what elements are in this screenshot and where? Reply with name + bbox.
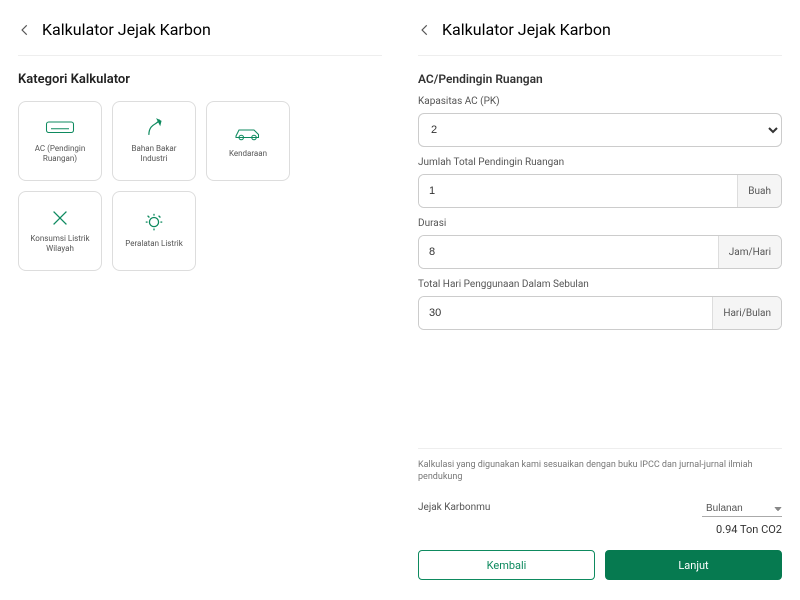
field-duration: Durasi Jam/Hari: [418, 218, 782, 269]
card-electricity[interactable]: Konsumsi Listrik Wilayah: [18, 191, 102, 271]
card-label: Peralatan Listrik: [125, 239, 183, 249]
unit-label: Jam/Hari: [718, 236, 781, 268]
capacity-select[interactable]: 2: [418, 113, 782, 147]
lightbulb-icon: [139, 213, 169, 233]
field-label: Kapasitas AC (PK): [418, 96, 782, 107]
header: Kalkulator Jejak Karbon: [18, 20, 382, 39]
duration-input[interactable]: [419, 236, 718, 268]
card-appliance[interactable]: Peralatan Listrik: [112, 191, 196, 271]
result-value: 0.94 Ton CO2: [702, 523, 782, 536]
field-capacity: Kapasitas AC (PK) 2: [418, 96, 782, 147]
field-qty: Jumlah Total Pendingin Ruangan Buah: [418, 157, 782, 208]
card-fuel[interactable]: Bahan Bakar Industri: [112, 101, 196, 181]
utensils-icon: [45, 208, 75, 228]
back-arrow-icon[interactable]: [418, 23, 432, 37]
category-panel: Kalkulator Jejak Karbon Kategori Kalkula…: [0, 0, 400, 600]
field-label: Jumlah Total Pendingin Ruangan: [418, 157, 782, 168]
field-days: Total Hari Penggunaan Dalam Sebulan Hari…: [418, 279, 782, 330]
days-input[interactable]: [419, 297, 712, 329]
back-arrow-icon[interactable]: [18, 23, 32, 37]
field-label: Durasi: [418, 218, 782, 229]
qty-input[interactable]: [419, 175, 737, 207]
divider: [18, 55, 382, 56]
header: Kalkulator Jejak Karbon: [418, 20, 782, 39]
form-subtitle: AC/Pendingin Ruangan: [418, 72, 782, 86]
divider: [418, 55, 782, 56]
back-button[interactable]: Kembali: [418, 550, 595, 580]
page-title: Kalkulator Jejak Karbon: [442, 20, 611, 39]
field-label: Total Hari Penggunaan Dalam Sebulan: [418, 279, 782, 290]
page-title: Kalkulator Jejak Karbon: [42, 20, 211, 39]
card-label: Kendaraan: [229, 149, 267, 159]
result-row: Jejak Karbonmu Bulanan 0.94 Ton CO2: [418, 496, 782, 536]
car-icon: [233, 123, 263, 143]
button-row: Kembali Lanjut: [418, 550, 782, 580]
card-label: AC (Pendingin Ruangan): [25, 144, 95, 163]
unit-label: Hari/Bulan: [712, 297, 781, 329]
card-label: Konsumsi Listrik Wilayah: [25, 234, 95, 253]
card-vehicle[interactable]: Kendaraan: [206, 101, 290, 181]
fuel-pump-icon: [139, 118, 169, 138]
calculation-note: Kalkulasi yang digunakan kami sesuaikan …: [418, 448, 782, 484]
category-grid: AC (Pendingin Ruangan) Bahan Bakar Indus…: [18, 101, 382, 271]
unit-label: Buah: [737, 175, 781, 207]
section-title: Kategori Kalkulator: [18, 72, 382, 87]
card-ac[interactable]: AC (Pendingin Ruangan): [18, 101, 102, 181]
result-label: Jejak Karbonmu: [418, 496, 490, 513]
ac-icon: [45, 118, 75, 138]
form-panel: Kalkulator Jejak Karbon AC/Pendingin Rua…: [400, 0, 800, 600]
next-button[interactable]: Lanjut: [605, 550, 782, 580]
card-label: Bahan Bakar Industri: [119, 144, 189, 163]
bottom-section: Kalkulasi yang digunakan kami sesuaikan …: [418, 438, 782, 580]
period-select[interactable]: Bulanan: [702, 501, 782, 517]
